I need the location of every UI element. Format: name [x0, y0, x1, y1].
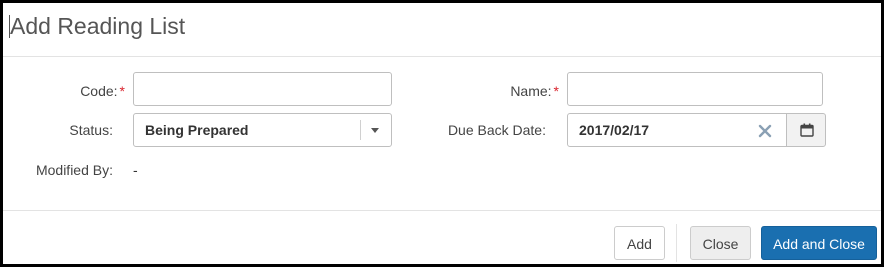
dialog-header: Add Reading List — [3, 3, 881, 57]
calendar-icon — [800, 123, 814, 137]
close-x-icon[interactable] — [757, 123, 773, 139]
dialog-title: Add Reading List — [10, 13, 186, 39]
status-select-divider — [360, 120, 361, 140]
code-input[interactable] — [133, 72, 392, 106]
close-button[interactable]: Close — [690, 226, 751, 260]
due-back-date-input[interactable]: 2017/02/17 — [567, 113, 787, 147]
code-required-mark: * — [119, 83, 125, 99]
due-back-date-label: Due Back Date: — [447, 122, 546, 138]
status-select[interactable]: Being Prepared — [133, 113, 392, 147]
modified-by-label: Modified By: — [35, 162, 113, 178]
add-button[interactable]: Add — [614, 226, 665, 260]
name-input[interactable] — [567, 72, 823, 106]
modified-by-value: - — [133, 162, 138, 178]
name-label: Name: * — [473, 82, 559, 100]
add-reading-list-dialog: Add Reading List Code: * Name: * Status: B… — [0, 0, 884, 267]
name-required-mark: * — [553, 83, 559, 99]
status-label: Status: — [69, 122, 113, 138]
add-and-close-button[interactable]: Add and Close — [761, 226, 877, 260]
footer-divider — [3, 210, 881, 211]
code-label: Code: * — [43, 82, 125, 100]
due-back-date-value: 2017/02/17 — [579, 122, 650, 138]
status-selected-value: Being Prepared — [145, 122, 249, 138]
calendar-button[interactable] — [786, 113, 826, 147]
caret-down-icon — [371, 128, 379, 133]
code-label-text: Code: — [80, 83, 118, 99]
footer-button-separator — [676, 224, 677, 262]
name-label-text: Name: — [510, 83, 552, 99]
